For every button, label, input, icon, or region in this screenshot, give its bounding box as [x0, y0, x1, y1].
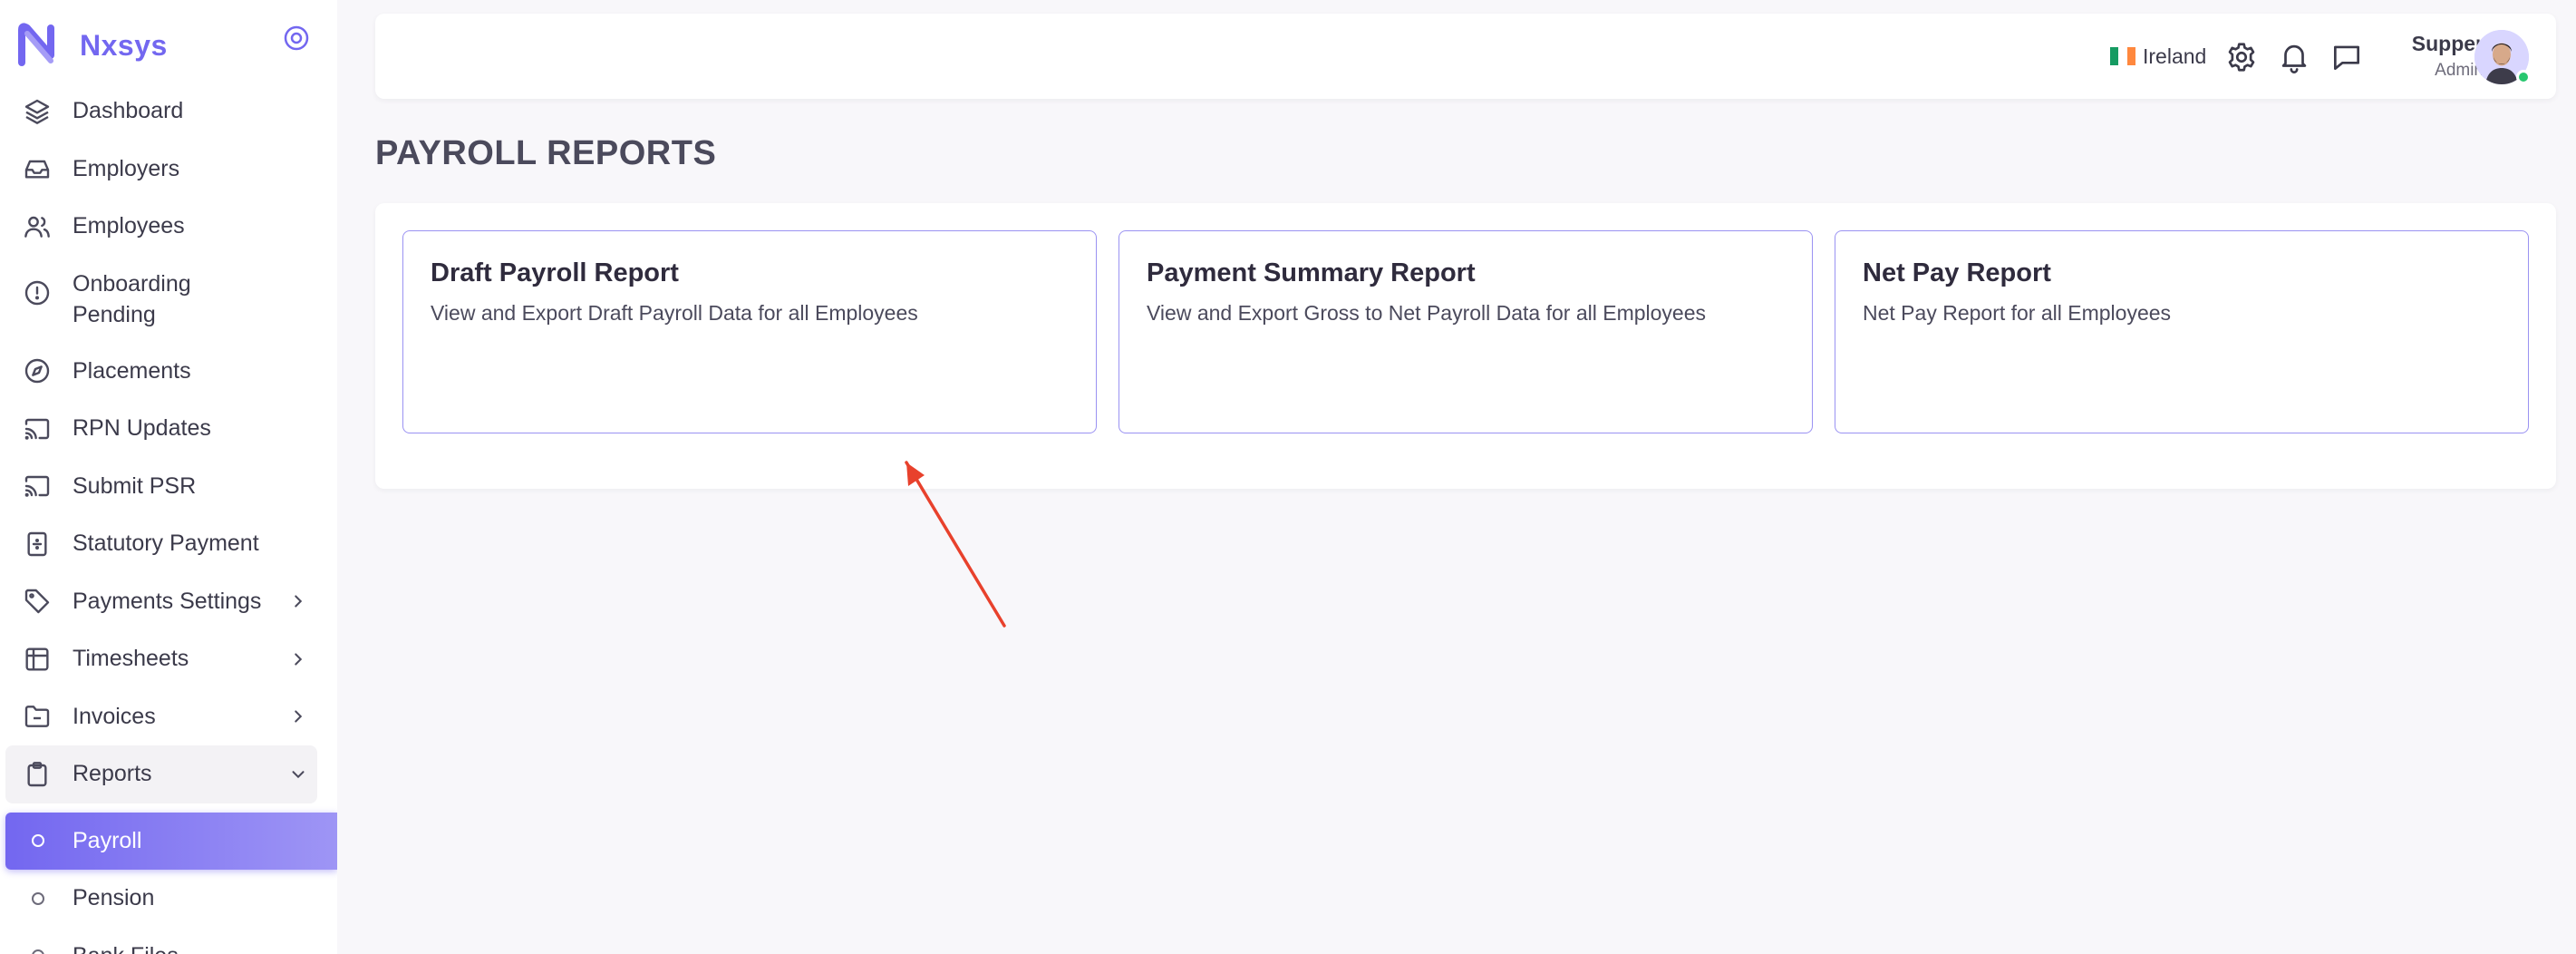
- brand-name: Nxsys: [80, 28, 168, 62]
- table-icon: [25, 647, 49, 671]
- layers-icon: [24, 99, 50, 124]
- page-title: PAYROLL REPORTS: [375, 134, 717, 172]
- sidebar-item-employees[interactable]: Employees: [0, 198, 337, 256]
- folder-minus-icon: [24, 706, 50, 728]
- sidebar-item-submit-psr[interactable]: Submit PSR: [0, 458, 337, 516]
- brand[interactable]: Nxsys: [15, 20, 168, 71]
- ireland-flag-icon: [2110, 47, 2135, 65]
- sidebar-item-label: Timesheets: [73, 646, 189, 672]
- top-bar: Ireland Supper Admin: [375, 14, 2556, 99]
- tag-icon: [24, 589, 50, 614]
- sidebar-item-reports[interactable]: Reports: [5, 745, 317, 803]
- alert-circle-icon: [24, 280, 50, 305]
- sidebar-nav: Dashboard Employers Employees Onboarding…: [0, 83, 337, 954]
- sidebar-item-employers[interactable]: Employers: [0, 141, 337, 199]
- inbox-icon: [24, 161, 50, 179]
- sidebar-item-label: Dashboard: [73, 98, 184, 124]
- calculator-icon: [27, 531, 47, 556]
- sidebar-item-timesheets[interactable]: Timesheets: [0, 630, 337, 688]
- clipboard-icon: [27, 761, 47, 786]
- card-description: View and Export Draft Payroll Data for a…: [431, 301, 918, 325]
- circle-icon: [32, 949, 44, 954]
- collapse-toggle-icon[interactable]: [282, 24, 311, 53]
- chevron-right-icon: [295, 653, 303, 666]
- sidebar-subitem-label: Payroll: [73, 827, 142, 853]
- sidebar-item-label: RPN Updates: [73, 415, 211, 442]
- sidebar-item-payments-settings[interactable]: Payments Settings: [0, 573, 337, 631]
- sidebar-subitem-pension[interactable]: Pension: [0, 870, 337, 928]
- sidebar-item-rpn-updates[interactable]: RPN Updates: [0, 400, 337, 458]
- compass-icon: [24, 359, 50, 384]
- chevron-right-icon: [295, 710, 303, 723]
- sidebar-item-label: Employers: [73, 155, 180, 181]
- report-card-payment-summary[interactable]: Payment Summary Report View and Export G…: [1119, 230, 1813, 433]
- report-card-draft-payroll[interactable]: Draft Payroll Report View and Export Dra…: [402, 230, 1097, 433]
- sidebar-item-label: Submit PSR: [73, 472, 197, 499]
- avatar[interactable]: [2474, 30, 2531, 84]
- sidebar-subitem-payroll[interactable]: Payroll: [5, 812, 337, 870]
- sidebar-item-label: Statutory Payment: [73, 531, 259, 557]
- user-role: Admin: [2435, 61, 2484, 80]
- country-selector[interactable]: Ireland: [2110, 41, 2206, 72]
- sidebar-subitem-label: Bank Files: [73, 943, 179, 954]
- sidebar-item-label: Placements: [73, 357, 191, 384]
- gear-icon[interactable]: [2224, 40, 2259, 74]
- online-status-badge: [2516, 70, 2531, 84]
- annotation-arrow-icon: [905, 461, 1006, 628]
- card-title: Payment Summary Report: [1147, 258, 1476, 287]
- card-description: Net Pay Report for all Employees: [1863, 301, 2172, 325]
- sidebar-item-dashboard[interactable]: Dashboard: [0, 83, 337, 141]
- sidebar-item-label: Invoices: [73, 703, 156, 729]
- sidebar-item-placements[interactable]: Placements: [0, 343, 337, 401]
- chevron-down-icon: [292, 770, 305, 778]
- user-name: Supper: [2411, 32, 2484, 55]
- reports-panel: Draft Payroll Report View and Export Dra…: [375, 203, 2556, 489]
- sidebar-item-label: Reports: [73, 761, 152, 787]
- report-card-net-pay[interactable]: Net Pay Report Net Pay Report for all Em…: [1835, 230, 2529, 433]
- country-label: Ireland: [2143, 44, 2207, 68]
- sidebar-subitem-bank-files[interactable]: Bank Files: [0, 928, 337, 954]
- sidebar-item-label: Payments Settings: [73, 588, 262, 614]
- message-icon[interactable]: [2329, 40, 2364, 74]
- card-title: Net Pay Report: [1863, 258, 2051, 287]
- card-title: Draft Payroll Report: [431, 258, 679, 287]
- circle-icon: [32, 891, 44, 905]
- cast-icon: [24, 418, 50, 440]
- users-icon: [24, 216, 50, 238]
- cast-icon: [24, 476, 50, 497]
- bell-icon[interactable]: [2277, 40, 2311, 74]
- sidebar: Nxsys Dashboard Employers Employees Onbo…: [0, 0, 337, 954]
- sidebar-item-invoices[interactable]: Invoices: [0, 688, 337, 746]
- circle-icon: [32, 834, 44, 848]
- sidebar-subitem-label: Pension: [73, 885, 155, 911]
- sidebar-item-label: Employees: [73, 213, 185, 239]
- chevron-right-icon: [295, 595, 303, 608]
- sidebar-item-onboarding-pending[interactable]: Onboarding Pending: [0, 256, 337, 343]
- sidebar-item-statutory-payment[interactable]: Statutory Payment: [0, 515, 337, 573]
- card-description: View and Export Gross to Net Payroll Dat…: [1147, 301, 1707, 325]
- nxsys-logo-icon: [18, 23, 54, 66]
- sidebar-item-label: Onboarding Pending: [73, 270, 191, 327]
